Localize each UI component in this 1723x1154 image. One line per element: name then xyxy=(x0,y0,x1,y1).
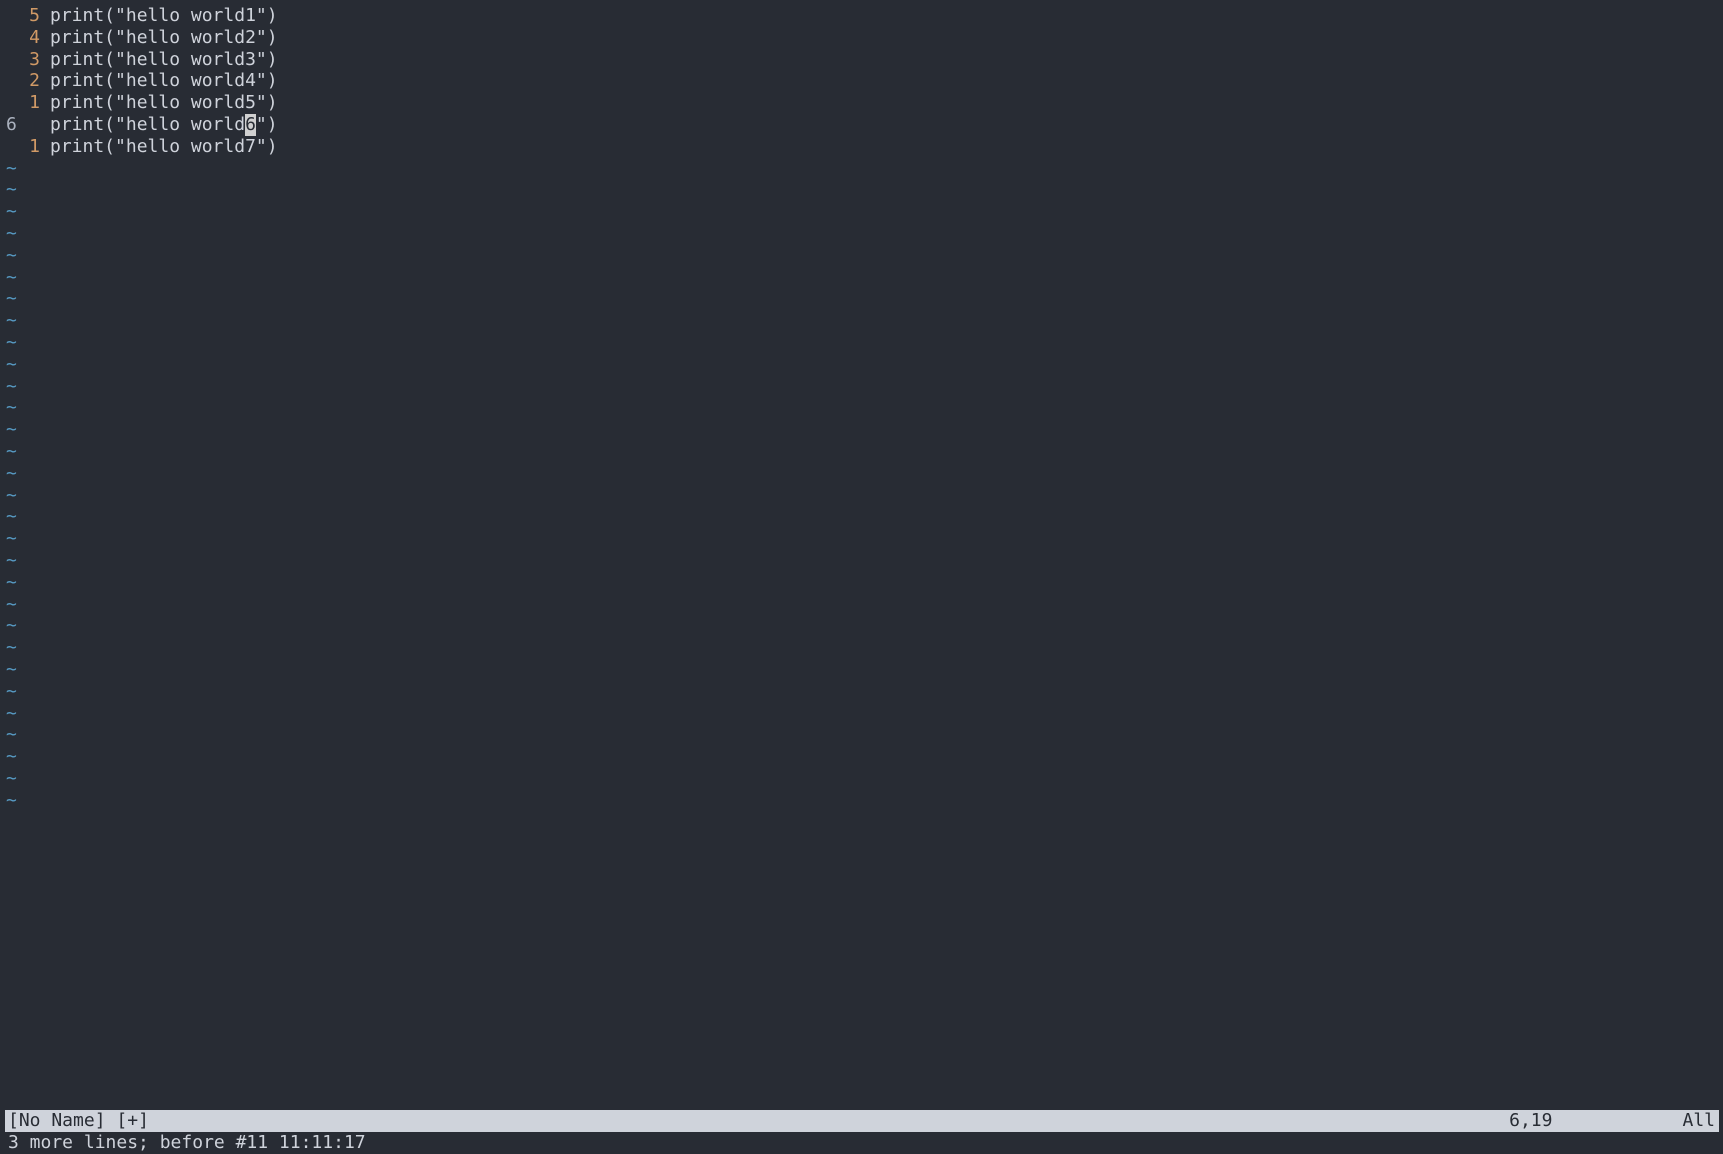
empty-line-tilde: ~ xyxy=(0,550,1723,572)
empty-line-tilde: ~ xyxy=(0,703,1723,725)
code-line[interactable]: 3print("hello world3") xyxy=(0,49,1723,71)
empty-line-tilde: ~ xyxy=(0,528,1723,550)
empty-line-tilde: ~ xyxy=(0,724,1723,746)
empty-line-tilde: ~ xyxy=(0,659,1723,681)
line-content[interactable]: print("hello world5") xyxy=(40,92,278,114)
empty-line-tilde: ~ xyxy=(0,790,1723,812)
empty-line-tilde: ~ xyxy=(0,376,1723,398)
current-line-number: 6 xyxy=(0,114,20,136)
cursor: 6 xyxy=(245,114,256,136)
empty-line-tilde: ~ xyxy=(0,615,1723,637)
line-content[interactable]: print("hello world7") xyxy=(40,136,278,158)
line-number: 1 xyxy=(0,136,40,158)
empty-line-tilde: ~ xyxy=(0,245,1723,267)
line-number: 5 xyxy=(0,5,40,27)
code-line[interactable]: 1print("hello world7") xyxy=(0,136,1723,158)
current-line[interactable]: 6print("hello world6") xyxy=(0,114,1723,136)
empty-line-tilde: ~ xyxy=(0,463,1723,485)
empty-line-tilde: ~ xyxy=(0,572,1723,594)
empty-line-tilde: ~ xyxy=(0,223,1723,245)
empty-line-tilde: ~ xyxy=(0,397,1723,419)
empty-line-tilde: ~ xyxy=(0,267,1723,289)
empty-line-tilde: ~ xyxy=(0,179,1723,201)
empty-line-tilde: ~ xyxy=(0,506,1723,528)
line-number: 1 xyxy=(0,92,40,114)
code-line[interactable]: 4print("hello world2") xyxy=(0,27,1723,49)
line-number: 4 xyxy=(0,27,40,49)
editor-area[interactable]: 5print("hello world1")4print("hello worl… xyxy=(0,0,1723,1154)
line-number: 3 xyxy=(0,49,40,71)
empty-line-tilde: ~ xyxy=(0,201,1723,223)
empty-line-tilde: ~ xyxy=(0,288,1723,310)
empty-line-tilde: ~ xyxy=(0,485,1723,507)
empty-line-tilde: ~ xyxy=(0,768,1723,790)
status-position: 6,19 xyxy=(1509,1110,1682,1132)
empty-line-tilde: ~ xyxy=(0,158,1723,180)
message-text: 3 more lines; before #11 11:11:17 xyxy=(8,1132,366,1154)
status-filename: [No Name] [+] xyxy=(8,1110,1509,1132)
line-content[interactable]: print("hello world1") xyxy=(40,5,278,27)
code-line[interactable]: 1print("hello world5") xyxy=(0,92,1723,114)
empty-line-tilde: ~ xyxy=(0,310,1723,332)
code-line[interactable]: 5print("hello world1") xyxy=(0,5,1723,27)
empty-line-tilde: ~ xyxy=(0,594,1723,616)
empty-line-tilde: ~ xyxy=(0,354,1723,376)
status-bar: [No Name] [+] 6,19 All xyxy=(5,1110,1719,1132)
line-content[interactable]: print("hello world4") xyxy=(40,70,278,92)
line-content[interactable]: print("hello world2") xyxy=(40,27,278,49)
empty-line-tilde: ~ xyxy=(0,441,1723,463)
code-line[interactable]: 2print("hello world4") xyxy=(0,70,1723,92)
empty-line-tilde: ~ xyxy=(0,637,1723,659)
empty-line-tilde: ~ xyxy=(0,681,1723,703)
empty-line-tilde: ~ xyxy=(0,746,1723,768)
empty-line-tilde: ~ xyxy=(0,419,1723,441)
line-content[interactable]: print("hello world3") xyxy=(40,49,278,71)
line-number: 2 xyxy=(0,70,40,92)
message-bar: 3 more lines; before #11 11:11:17 xyxy=(5,1132,1718,1154)
empty-line-tilde: ~ xyxy=(0,332,1723,354)
current-line-content[interactable]: print("hello world6") xyxy=(40,114,278,136)
status-scroll: All xyxy=(1682,1110,1716,1132)
